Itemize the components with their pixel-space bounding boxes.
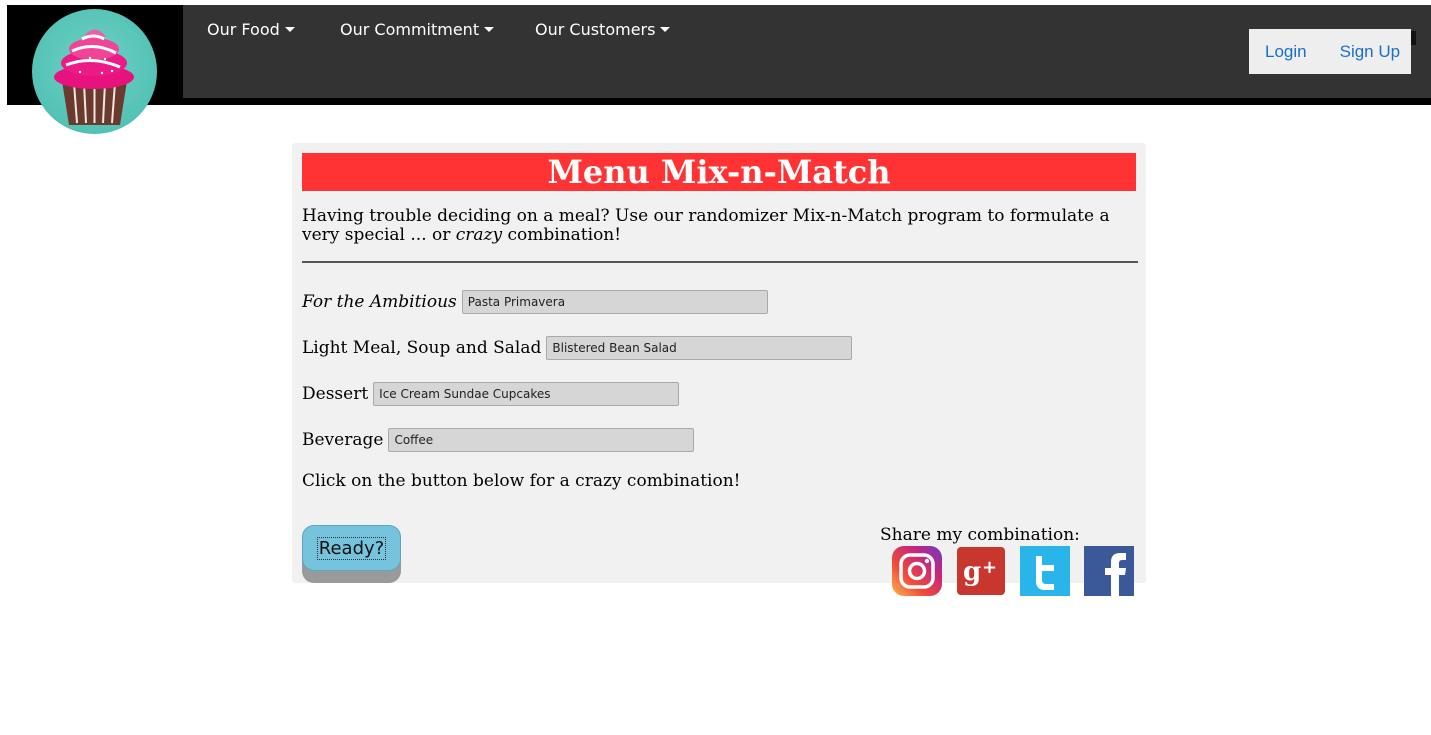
intro-text-end: combination! (502, 225, 622, 245)
nav-our-customers[interactable]: Our Customers (535, 20, 671, 39)
field-label-beverage: Beverage (302, 430, 384, 450)
caret-down-icon (284, 27, 295, 32)
page-title: Menu Mix-n-Match (302, 153, 1136, 191)
login-link[interactable]: Login (1265, 42, 1307, 62)
field-label-light-meal: Light Meal, Soup and Salad (302, 338, 542, 358)
ready-button[interactable]: Ready? (302, 525, 401, 571)
facebook-icon[interactable] (1084, 546, 1134, 596)
signup-link[interactable]: Sign Up (1340, 42, 1400, 62)
nav-label: Our Customers (535, 20, 656, 39)
ambitious-field[interactable]: Pasta Primavera (461, 290, 768, 314)
field-label-ambitious: For the Ambitious (302, 292, 457, 312)
svg-text:g: g (963, 557, 981, 587)
caret-down-icon (484, 27, 495, 32)
beverage-field[interactable]: Coffee (388, 428, 695, 452)
navbar-bottom-border (7, 98, 1431, 105)
divider (302, 261, 1138, 263)
nav-label: Our Food (207, 20, 280, 39)
dessert-field[interactable]: Ice Cream Sundae Cupcakes (373, 382, 680, 406)
nav-label: Our Commitment (340, 20, 480, 39)
intro-text-start: Having trouble deciding on a meal? Use o… (302, 206, 1110, 245)
svg-text:+: + (982, 557, 997, 578)
light-meal-field[interactable]: Blistered Bean Salad (546, 336, 853, 360)
ready-button-label: Ready? (316, 536, 387, 560)
caret-down-icon (660, 27, 671, 32)
share-label: Share my combination: (880, 525, 1080, 545)
field-label-dessert: Dessert (302, 384, 369, 404)
nav-our-food[interactable]: Our Food (207, 20, 295, 39)
intro-text: Having trouble deciding on a meal? Use o… (302, 207, 1132, 245)
cupcake-logo-icon[interactable] (32, 9, 157, 134)
auth-links: Login Sign Up (1249, 29, 1411, 74)
instagram-icon[interactable] (892, 546, 942, 596)
instruction-text: Click on the button below for a crazy co… (302, 471, 741, 491)
intro-text-emphasis: crazy (455, 225, 503, 245)
field-row-dessert: Dessert Ice Cream Sundae Cupcakes (302, 382, 680, 406)
google-plus-icon[interactable]: g + (956, 546, 1006, 596)
twitter-icon[interactable] (1020, 546, 1070, 596)
nav-our-commitment[interactable]: Our Commitment (340, 20, 495, 39)
field-row-ambitious: For the Ambitious Pasta Primavera (302, 290, 768, 314)
field-row-beverage: Beverage Coffee (302, 428, 695, 452)
field-row-light-meal: Light Meal, Soup and Salad Blistered Bea… (302, 336, 853, 360)
top-navbar (7, 5, 1431, 98)
